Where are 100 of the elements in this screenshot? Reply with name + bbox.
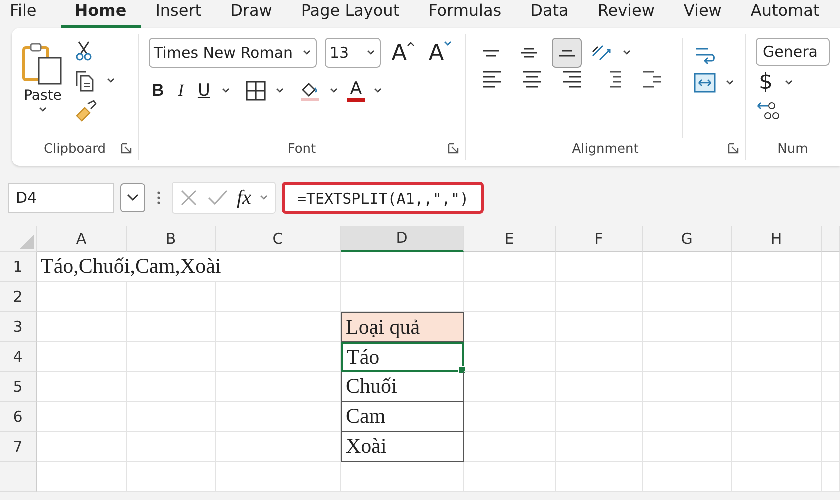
merge-center-icon[interactable] (693, 72, 717, 94)
row-header[interactable]: 3 (0, 312, 37, 342)
paintbrush-icon[interactable] (74, 100, 98, 122)
table-cell[interactable] (822, 462, 840, 492)
increase-font-size-button[interactable]: A (388, 40, 418, 66)
table-cell[interactable]: Loại quả (341, 312, 464, 342)
table-cell[interactable] (556, 372, 643, 402)
table-cell[interactable] (37, 462, 127, 492)
column-header[interactable]: H (732, 226, 822, 252)
table-cell[interactable] (732, 312, 822, 342)
table-cell[interactable] (216, 402, 341, 432)
table-cell[interactable] (822, 402, 840, 432)
table-cell[interactable] (732, 432, 822, 462)
copy-icon[interactable] (74, 70, 96, 92)
table-cell[interactable] (127, 342, 216, 372)
table-cell[interactable] (37, 432, 127, 462)
decrease-font-size-button[interactable]: A (426, 40, 455, 66)
dialog-launcher-icon[interactable] (728, 143, 739, 154)
ribbon-tab[interactable]: Insert (142, 0, 216, 25)
table-cell[interactable] (127, 282, 216, 312)
table-cell[interactable]: Cam (341, 402, 464, 432)
table-cell[interactable] (37, 342, 127, 372)
table-cell[interactable] (732, 462, 822, 492)
table-cell[interactable] (643, 402, 732, 432)
row-header[interactable] (0, 462, 37, 492)
check-icon[interactable] (207, 188, 229, 208)
table-cell[interactable] (643, 282, 732, 312)
column-header[interactable]: G (643, 226, 732, 252)
table-cell[interactable] (732, 252, 822, 282)
table-cell[interactable] (732, 342, 822, 372)
select-all-corner[interactable] (0, 226, 37, 252)
row-header[interactable]: 1 (0, 252, 37, 282)
ribbon-tab[interactable]: Formulas (414, 0, 516, 25)
table-cell[interactable] (643, 312, 732, 342)
column-header[interactable]: A (37, 226, 127, 252)
dialog-launcher-icon[interactable] (121, 143, 132, 154)
name-box[interactable]: D4 (8, 183, 114, 213)
row-header[interactable]: 5 (0, 372, 37, 402)
italic-button[interactable]: I (175, 81, 187, 101)
paste-button[interactable]: Paste (22, 38, 64, 138)
table-cell[interactable] (822, 432, 840, 462)
table-cell[interactable] (464, 252, 556, 282)
table-cell[interactable] (127, 402, 216, 432)
ribbon-tab[interactable]: Draw (216, 0, 286, 25)
table-cell[interactable] (556, 432, 643, 462)
table-cell[interactable] (37, 402, 127, 432)
column-header[interactable]: D (341, 226, 464, 252)
table-cell[interactable] (37, 372, 127, 402)
ribbon-tab[interactable]: Automat (736, 0, 834, 25)
column-header[interactable]: C (216, 226, 341, 252)
column-header[interactable]: E (464, 226, 556, 252)
ribbon-tab[interactable]: Review (584, 0, 669, 25)
table-cell[interactable] (464, 432, 556, 462)
table-cell[interactable] (216, 372, 341, 402)
row-header[interactable]: 7 (0, 432, 37, 462)
table-cell[interactable] (127, 432, 216, 462)
formula-input[interactable]: =TEXTSPLIT(A1,,",") (282, 182, 484, 214)
insert-function-button[interactable]: fx (237, 186, 252, 210)
ribbon-tab[interactable]: Data (516, 0, 583, 25)
table-cell[interactable] (643, 252, 732, 282)
column-header[interactable] (822, 226, 840, 252)
table-cell[interactable]: Táo (341, 342, 464, 372)
table-cell[interactable] (37, 312, 127, 342)
table-cell[interactable] (643, 432, 732, 462)
table-cell[interactable] (216, 342, 341, 372)
table-cell[interactable] (37, 282, 127, 312)
table-cell[interactable] (556, 402, 643, 432)
table-cell[interactable] (464, 462, 556, 492)
table-cell[interactable] (643, 372, 732, 402)
caret-icon[interactable] (275, 87, 286, 95)
caret-icon[interactable] (784, 78, 794, 86)
table-cell[interactable] (127, 312, 216, 342)
table-cell[interactable] (556, 462, 643, 492)
bold-button[interactable]: B (149, 81, 168, 101)
table-cell[interactable] (822, 342, 840, 372)
caret-icon[interactable] (329, 87, 340, 95)
caret-icon[interactable] (622, 49, 632, 57)
table-cell[interactable] (341, 252, 464, 282)
caret-icon[interactable] (373, 87, 384, 95)
table-cell[interactable] (556, 342, 643, 372)
table-cell[interactable] (216, 462, 341, 492)
table-cell[interactable] (822, 252, 840, 282)
table-cell[interactable] (127, 372, 216, 402)
table-cell[interactable] (732, 372, 822, 402)
table-cell[interactable] (464, 312, 556, 342)
caret-icon[interactable] (221, 87, 232, 95)
table-cell[interactable]: Táo,Chuối,Cam,Xoài (37, 252, 341, 282)
table-cell[interactable] (822, 282, 840, 312)
ribbon-tab[interactable]: Page Layout (287, 0, 414, 25)
underline-button[interactable]: U (194, 81, 214, 101)
table-cell[interactable] (643, 462, 732, 492)
row-header[interactable]: 2 (0, 282, 37, 312)
table-cell[interactable] (464, 282, 556, 312)
font-name-dropdown[interactable]: Times New Roman (149, 38, 317, 68)
scissors-icon[interactable] (74, 40, 94, 62)
caret-icon[interactable] (106, 77, 116, 85)
table-cell[interactable] (216, 282, 341, 312)
cancel-icon[interactable] (179, 188, 199, 208)
table-cell[interactable] (556, 282, 643, 312)
fill-handle[interactable] (458, 366, 466, 374)
